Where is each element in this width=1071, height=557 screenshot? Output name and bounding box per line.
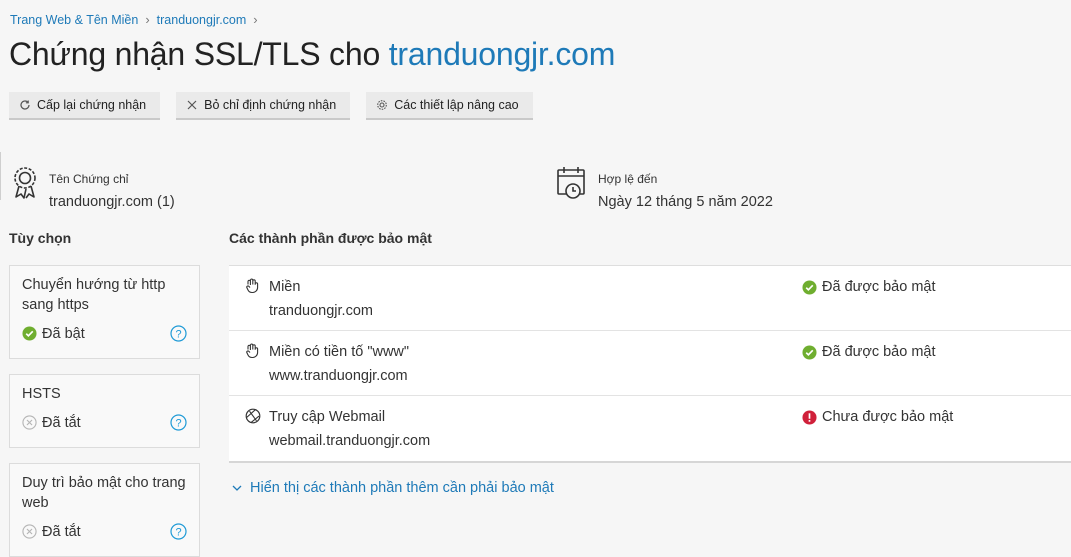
- check-circle-icon: [802, 279, 817, 295]
- option-title: Chuyển hướng từ http sang https: [22, 277, 166, 313]
- reissue-certificate-label: Cấp lại chứng nhận: [37, 98, 147, 112]
- disabled-icon: [22, 415, 37, 430]
- component-status-text: Chưa được bảo mật: [822, 409, 954, 425]
- option-status-text: Đã bật: [42, 325, 85, 342]
- table-row: Miền có tiền tố "www" www.tranduongjr.co…: [229, 331, 1071, 396]
- breadcrumb-websites-domains[interactable]: Trang Web & Tên Miền: [10, 13, 138, 27]
- chevron-down-icon: [232, 485, 242, 491]
- divider: [0, 152, 1, 200]
- table-row: Truy cập Webmail webmail.tranduongjr.com…: [229, 396, 1071, 461]
- option-status-text: Đã tắt: [42, 414, 81, 431]
- calendar-icon: [557, 167, 585, 199]
- reissue-certificate-button[interactable]: Cấp lại chứng nhận: [9, 92, 161, 120]
- svg-text:?: ?: [175, 418, 181, 430]
- component-status-text: Đã được bảo mật: [822, 344, 936, 360]
- webmail-icon: [245, 408, 261, 424]
- valid-until-value: Ngày 12 tháng 5 năm 2022: [598, 194, 773, 210]
- breadcrumb-separator: ›: [253, 12, 258, 27]
- show-more-components-link[interactable]: Hiển thị các thành phần thêm cần phải bả…: [232, 480, 554, 496]
- svg-text:?: ?: [175, 329, 181, 341]
- certificate-name-block: Tên Chứng chỉ tranduongjr.com (1): [11, 166, 175, 210]
- domain-icon: [246, 343, 259, 359]
- option-status: Đã tắt ?: [22, 414, 187, 431]
- table-row: Miền tranduongjr.com Đã được bảo mật: [229, 266, 1071, 331]
- help-icon[interactable]: ?: [170, 325, 187, 342]
- advanced-settings-button[interactable]: Các thiết lập nâng cao: [366, 92, 533, 120]
- breadcrumb: Trang Web & Tên Miền › tranduongjr.com ›: [10, 12, 265, 27]
- option-title: Duy trì bảo mật cho trang web: [22, 475, 186, 511]
- component-domain: www.tranduongjr.com: [269, 368, 408, 384]
- component-status: Đã được bảo mật: [802, 279, 936, 295]
- option-status: Đã tắt ?: [22, 523, 187, 540]
- breadcrumb-separator: ›: [145, 12, 150, 27]
- certificate-icon: [14, 167, 36, 199]
- page-title-prefix: Chứng nhận SSL/TLS cho: [9, 36, 389, 72]
- svg-text:?: ?: [175, 527, 181, 539]
- options-title: Tùy chọn: [9, 230, 72, 246]
- certificate-name-label: Tên Chứng chỉ: [49, 172, 129, 186]
- page-title: Chứng nhận SSL/TLS cho tranduongjr.com: [9, 36, 615, 73]
- component-name: Truy cập Webmail: [269, 409, 386, 425]
- check-circle-icon: [22, 326, 37, 341]
- component-domain: tranduongjr.com: [269, 303, 373, 319]
- secured-components-table: Miền tranduongjr.com Đã được bảo mật Miề…: [229, 265, 1071, 463]
- check-circle-icon: [802, 344, 817, 360]
- component-status-text: Đã được bảo mật: [822, 279, 936, 295]
- certificate-validity-block: Hợp lệ đến Ngày 12 tháng 5 năm 2022: [556, 166, 773, 210]
- close-icon: [187, 100, 197, 110]
- disabled-icon: [22, 524, 37, 539]
- gear-icon: [377, 100, 388, 110]
- component-domain: webmail.tranduongjr.com: [269, 433, 431, 449]
- secured-components-title: Các thành phần được bảo mật: [229, 230, 432, 246]
- breadcrumb-domain[interactable]: tranduongjr.com: [157, 13, 247, 27]
- unassign-certificate-button[interactable]: Bỏ chỉ định chứng nhận: [176, 92, 351, 120]
- help-icon[interactable]: ?: [170, 414, 187, 431]
- component-status: Đã được bảo mật: [802, 344, 936, 360]
- advanced-settings-label: Các thiết lập nâng cao: [394, 98, 519, 112]
- warning-circle-icon: [802, 409, 817, 425]
- show-more-components-label: Hiển thị các thành phần thêm cần phải bả…: [250, 480, 554, 496]
- component-name: Miền có tiền tố "www": [269, 344, 410, 360]
- option-title: HSTS: [22, 386, 61, 402]
- domain-icon: [246, 278, 259, 294]
- certificate-name-value: tranduongjr.com (1): [49, 194, 175, 210]
- component-name: Miền: [269, 279, 301, 295]
- option-card-https-redirect: Chuyển hướng từ http sang https Đã bật ?: [9, 265, 200, 359]
- valid-until-label: Hợp lệ đến: [598, 172, 658, 186]
- help-icon[interactable]: ?: [170, 523, 187, 540]
- page-title-domain: tranduongjr.com: [388, 36, 616, 72]
- option-card-hsts: HSTS Đã tắt ?: [9, 374, 200, 448]
- toolbar: Cấp lại chứng nhận Bỏ chỉ định chứng nhậ…: [9, 92, 533, 120]
- refresh-icon: [20, 100, 30, 110]
- option-status: Đã bật ?: [22, 325, 187, 342]
- option-status-text: Đã tắt: [42, 523, 81, 540]
- unassign-certificate-label: Bỏ chỉ định chứng nhận: [204, 98, 337, 112]
- component-status: Chưa được bảo mật: [802, 409, 953, 425]
- option-card-keep-secured: Duy trì bảo mật cho trang web Đã tắt ?: [9, 463, 200, 557]
